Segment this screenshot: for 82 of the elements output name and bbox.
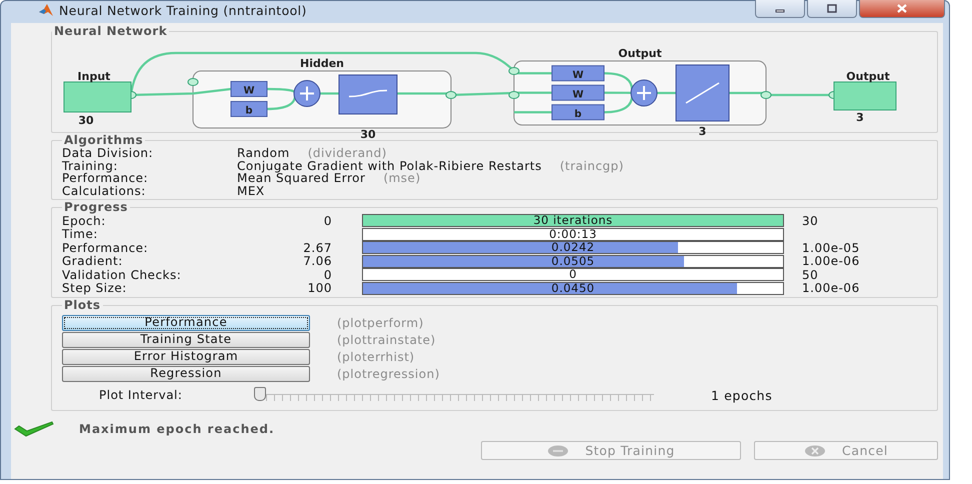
target-value: 1.00e-06 [802,254,860,268]
bias-block [552,104,604,120]
status-message: Maximum epoch reached. [79,422,275,436]
plot-button[interactable]: Regression [62,366,310,382]
weight-block [552,65,604,82]
block-label: W [243,86,255,96]
progress-reading: 0.0505 [550,254,596,268]
transfer-function-icon [338,74,398,114]
input-block [64,82,132,112]
field-label: Calculations: [62,184,147,197]
input-label: Input [78,70,110,83]
plot-button[interactable]: Error Histogram [62,348,310,364]
close-icon [896,4,908,13]
target-value: 50 [802,268,818,282]
field-value: Random [237,147,290,160]
matlab-logo-icon [39,4,53,16]
transfer-function-icon [676,64,730,122]
field-label: Step Size: [62,281,128,296]
field-label: Time: [62,227,98,242]
plot-interval-slider[interactable] [254,387,654,403]
layer-size: 3 [698,125,706,138]
field-value: Conjugate Gradient with Polak-Ribiere Restarts [237,160,542,172]
progress-reading: 0.0450 [550,280,596,295]
output-size: 3 [856,111,864,124]
layer-size: 30 [360,128,376,141]
plot-button[interactable]: Performance [62,314,310,330]
function-name: (plotperform) [337,316,424,330]
weight-block [552,84,604,101]
field-label: Data Division: [62,147,154,160]
layer-title: Hidden [300,57,344,70]
field-label: Plot Interval: [98,388,184,402]
start-value: 7.06 [302,254,332,268]
group-title: Algorithms [63,134,144,147]
weight-block [230,81,268,97]
group-title: Progress [63,201,129,214]
layer-title: Output [618,47,662,60]
field-label: Performance: [62,172,150,184]
progress-reading: 30 iterations [532,213,614,228]
block-label: b [574,108,582,120]
block-label: b [245,106,253,116]
field-value: Mean Squared Error [237,172,366,184]
cancel-icon [804,444,826,456]
start-value: 0 [322,214,332,228]
function-name: (dividerand) [308,147,387,160]
minimize-button[interactable] [755,0,805,18]
slider-thumb[interactable] [254,387,266,401]
function-name: (ploterrhist) [337,350,415,364]
group-title: Plots [63,299,102,312]
bias-block [230,101,268,117]
progress-reading: 0.0242 [550,240,596,254]
field-value: MEX [237,184,265,197]
maximize-button[interactable] [807,0,857,18]
interval-value: 1 epochs [711,388,772,402]
function-name: (mse) [383,172,421,184]
sum-icon [294,80,320,107]
group-title: Neural Network [53,25,168,38]
window-title: Neural Network Training (nntraintool) [59,2,307,18]
start-value: 100 [306,281,332,296]
field-label: Gradient: [62,254,124,268]
target-value: 30 [802,214,818,228]
field-label: Training: [62,160,119,172]
stop-icon [547,444,570,456]
function-name: (traincgp) [560,160,624,172]
target-value: 1.00e-05 [802,240,860,255]
close-button[interactable] [859,0,945,18]
plot-button[interactable]: Training State [62,332,310,348]
input-size: 30 [78,114,94,127]
start-value: 0 [322,268,332,282]
maximize-icon [826,4,838,13]
field-label: Epoch: [62,214,106,228]
block-label: W [572,89,584,100]
function-name: (plottrainstate) [337,332,436,346]
block-label: W [572,70,584,81]
start-value: 2.67 [302,240,332,255]
output-block [834,82,896,110]
target-value: 1.00e-06 [802,281,860,296]
function-name: (plotregression) [337,366,440,380]
field-label: Validation Checks: [62,268,182,282]
output-label: Output [846,70,890,83]
sum-icon [630,80,658,106]
field-label: Performance: [62,240,150,255]
checkmark-icon [14,421,54,437]
